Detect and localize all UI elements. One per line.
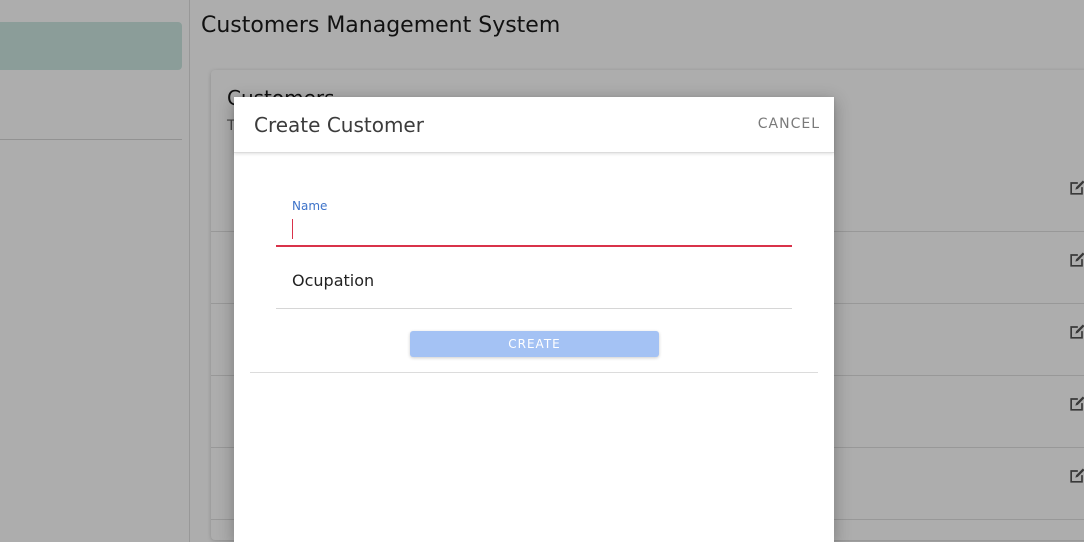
name-field-label: Name — [292, 199, 328, 213]
cancel-button[interactable]: CANCEL — [758, 116, 820, 132]
dialog-header: Create Customer CANCEL — [234, 97, 834, 153]
create-customer-dialog: Create Customer CANCEL Name Ocupation CR… — [234, 97, 834, 542]
name-field[interactable]: Name — [276, 191, 792, 247]
dialog-title: Create Customer — [254, 113, 424, 137]
occupation-field[interactable]: Ocupation — [276, 253, 792, 309]
text-caret — [292, 219, 293, 239]
create-button[interactable]: CREATE — [410, 331, 659, 357]
dialog-divider — [250, 372, 818, 373]
occupation-field-label: Ocupation — [292, 271, 375, 290]
